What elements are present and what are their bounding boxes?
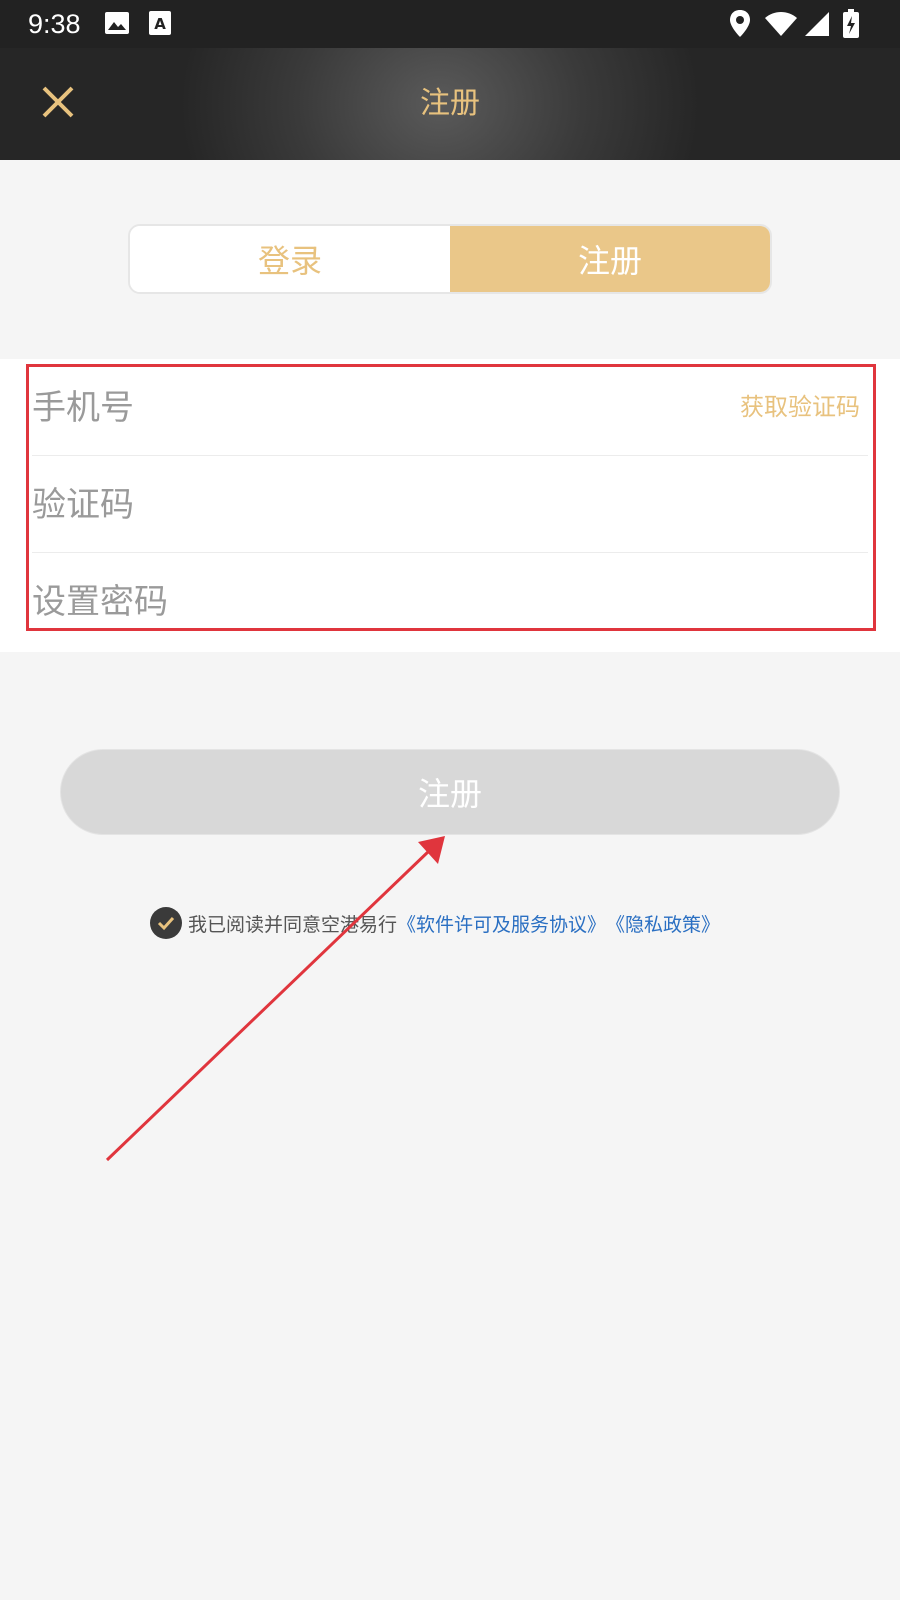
password-row: [32, 553, 868, 650]
license-agreement-link[interactable]: 《软件许可及服务协议》: [397, 910, 606, 937]
location-pin-icon: [728, 9, 752, 43]
auth-tabs: 登录 注册: [128, 224, 772, 294]
app-header: 注册: [0, 48, 900, 160]
status-bar: 9:38 A: [0, 0, 900, 48]
svg-text:A: A: [154, 15, 166, 33]
phone-row: 获取验证码: [32, 359, 868, 456]
image-icon: [104, 10, 130, 40]
status-time: 9:38: [28, 9, 81, 39]
checkmark-icon: [157, 916, 175, 931]
privacy-policy-link[interactable]: 《隐私政策》: [606, 910, 720, 937]
accessibility-font-icon: A: [148, 10, 172, 40]
password-input[interactable]: [32, 553, 692, 650]
close-button[interactable]: [30, 74, 86, 130]
get-code-button[interactable]: 获取验证码: [740, 359, 860, 456]
agreement-text: 我已阅读并同意空港易行: [188, 913, 398, 936]
phone-input[interactable]: [32, 359, 692, 456]
agreement-row: 我已阅读并同意空港易行 《软件许可及服务协议》 《隐私政策》: [150, 906, 770, 940]
code-row: [32, 456, 868, 553]
register-button[interactable]: 注册: [60, 749, 840, 835]
tab-register[interactable]: 注册: [450, 226, 770, 292]
wifi-icon: [764, 11, 798, 41]
agree-checkbox[interactable]: [150, 907, 182, 939]
verification-code-input[interactable]: [32, 456, 692, 553]
battery-charging-icon: [842, 9, 860, 43]
close-icon: [42, 86, 74, 118]
signal-icon: [804, 11, 830, 41]
page-title: 注册: [420, 86, 480, 121]
tab-login[interactable]: 登录: [130, 226, 450, 292]
